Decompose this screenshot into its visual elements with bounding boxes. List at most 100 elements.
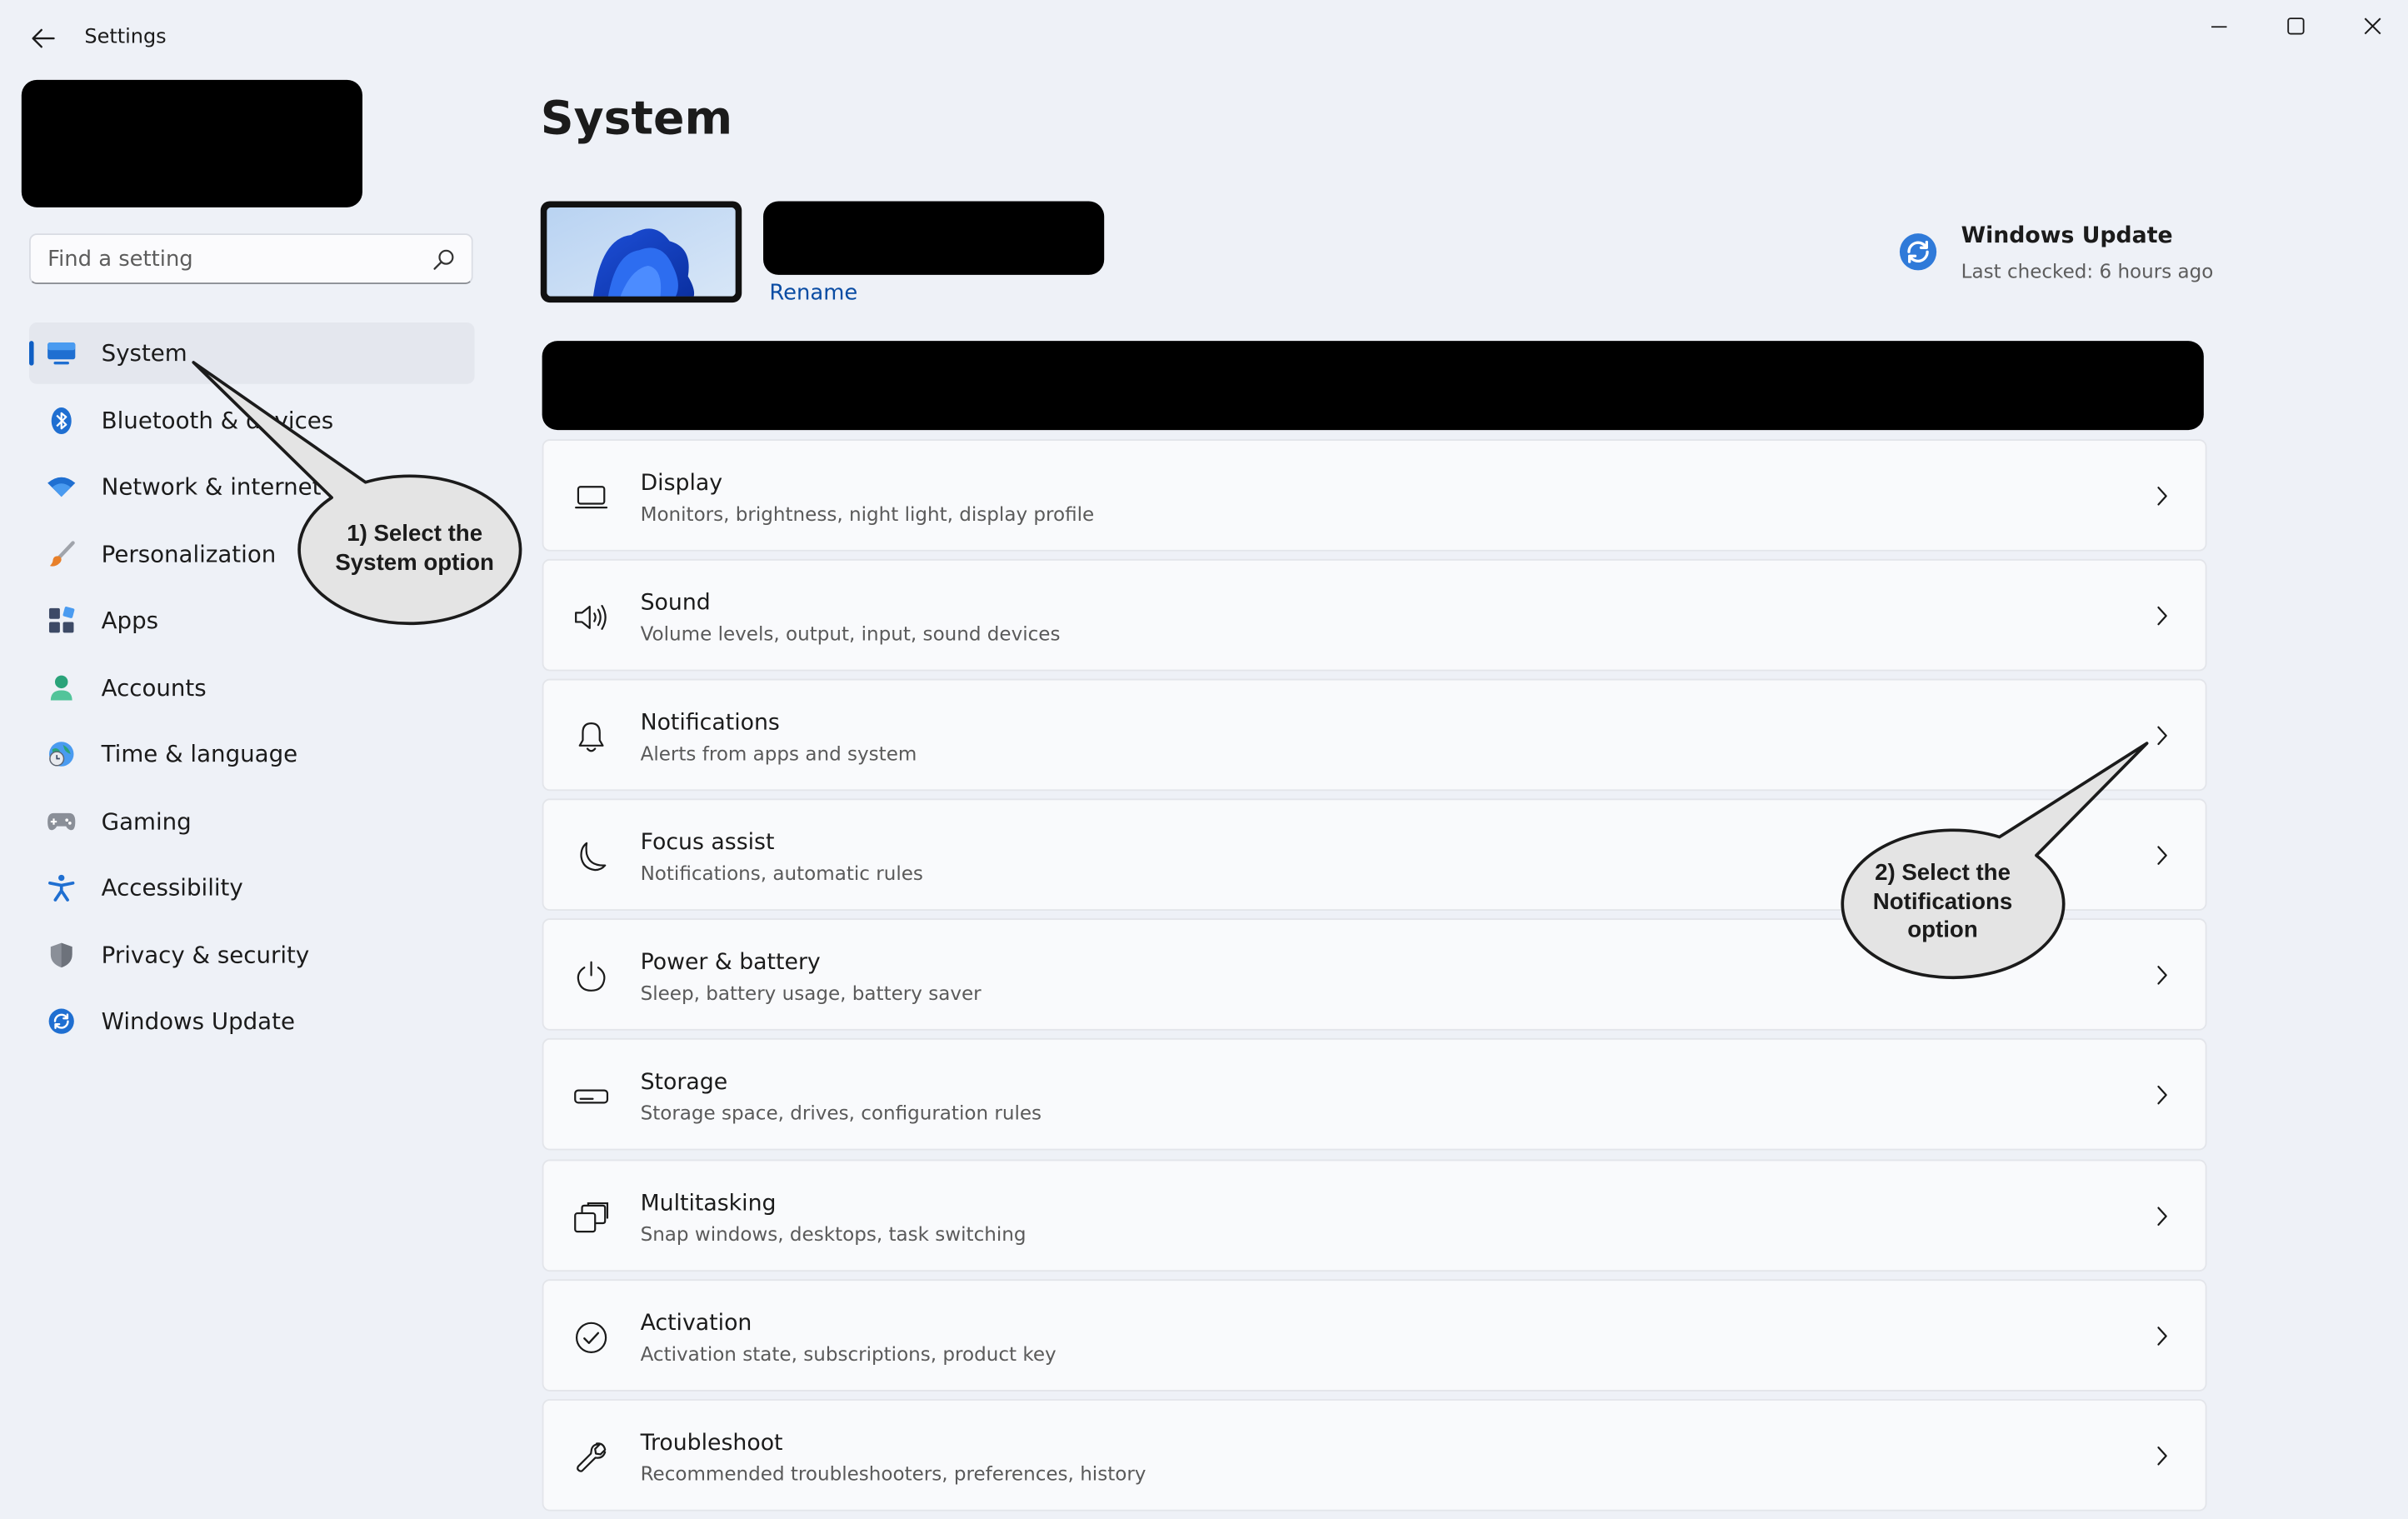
- redacted-profile-card[interactable]: [21, 79, 362, 207]
- setting-card-title: Display: [640, 471, 723, 497]
- sidebar-item-label: Privacy & security: [101, 940, 310, 969]
- chevron-right-icon: [2150, 962, 2174, 989]
- sidebar-item-label: System: [101, 339, 187, 367]
- system-icon: [46, 339, 77, 367]
- setting-card-title: Activation: [640, 1311, 752, 1336]
- sidebar-item-accessibility[interactable]: Accessibility: [29, 857, 474, 918]
- search-input[interactable]: [30, 234, 432, 283]
- sidebar-item-label: Accessibility: [101, 873, 243, 902]
- search-icon[interactable]: [432, 247, 456, 272]
- bluetooth-icon: [46, 406, 77, 434]
- sidebar-item-accounts[interactable]: Accounts: [29, 657, 474, 718]
- setting-card-notifications[interactable]: Notifications Alerts from apps and syste…: [542, 678, 2207, 792]
- callout-line: Notifications: [1872, 888, 2013, 915]
- windows-update-status[interactable]: Windows Update Last checked: 6 hours ago: [1898, 224, 2221, 292]
- setting-card-title: Power & battery: [640, 951, 821, 977]
- multitask-icon: [572, 1199, 609, 1236]
- sidebar-item-windows-update[interactable]: Windows Update: [29, 991, 474, 1052]
- callout-text-notifications: 2) Select the Notifications option: [1829, 860, 2056, 945]
- check-circle-icon: [572, 1319, 609, 1356]
- close-icon: [2364, 17, 2381, 35]
- sidebar-nav: System Bluetooth & devices Network & int…: [29, 322, 475, 1057]
- globe-clock-icon: [46, 740, 77, 767]
- callout-line: 2) Select the: [1875, 860, 2011, 887]
- sidebar-item-label: Apps: [101, 607, 159, 635]
- search-box[interactable]: [29, 233, 473, 284]
- power-icon: [572, 959, 609, 996]
- setting-card-troubleshoot[interactable]: Troubleshoot Recommended troubleshooters…: [542, 1398, 2207, 1512]
- device-wallpaper-thumbnail[interactable]: [540, 201, 742, 303]
- brush-icon: [46, 540, 77, 567]
- sidebar-item-apps[interactable]: Apps: [29, 590, 474, 652]
- rename-link[interactable]: Rename: [769, 281, 857, 305]
- bell-icon: [572, 719, 609, 756]
- redacted-device-name: [763, 201, 1105, 275]
- setting-card-subtitle: Volume levels, output, input, sound devi…: [640, 622, 1061, 646]
- close-button[interactable]: [2342, 9, 2404, 43]
- setting-card-activation[interactable]: Activation Activation state, subscriptio…: [542, 1278, 2207, 1392]
- callout-text-system: 1) Select the System option: [301, 521, 528, 577]
- setting-card-subtitle: Snap windows, desktops, task switching: [640, 1222, 1027, 1245]
- chevron-right-icon: [2150, 1202, 2174, 1229]
- back-arrow-icon: [32, 28, 55, 48]
- setting-card-title: Focus assist: [640, 831, 775, 857]
- sidebar-item-label: Personalization: [101, 539, 277, 568]
- sidebar-item-privacy-security[interactable]: Privacy & security: [29, 924, 474, 986]
- setting-card-subtitle: Monitors, brightness, night light, displ…: [640, 502, 1095, 526]
- chevron-right-icon: [2150, 482, 2174, 510]
- update-icon: [46, 1007, 77, 1035]
- minimize-button[interactable]: [2188, 9, 2250, 43]
- setting-card-multitasking[interactable]: Multitasking Snap windows, desktops, tas…: [542, 1158, 2207, 1272]
- app-title: Settings: [84, 26, 167, 49]
- chevron-right-icon: [2150, 1322, 2174, 1349]
- windows-update-last-checked: Last checked: 6 hours ago: [1961, 259, 2214, 283]
- monitor-icon: [572, 479, 609, 516]
- settings-list: Display Monitors, brightness, night ligh…: [542, 439, 2207, 1518]
- chevron-right-icon: [2150, 842, 2174, 870]
- setting-card-subtitle: Storage space, drives, configuration rul…: [640, 1102, 1042, 1126]
- sidebar-item-gaming[interactable]: Gaming: [29, 790, 474, 852]
- wifi-icon: [46, 473, 77, 501]
- sidebar-item-system[interactable]: System: [29, 322, 475, 384]
- setting-card-subtitle: Recommended troubleshooters, preferences…: [640, 1462, 1147, 1485]
- setting-card-display[interactable]: Display Monitors, brightness, night ligh…: [542, 439, 2207, 552]
- person-icon: [46, 673, 77, 701]
- maximize-button[interactable]: [2266, 9, 2327, 43]
- shield-icon: [46, 941, 77, 968]
- speaker-icon: [572, 599, 609, 636]
- minimize-icon: [2211, 26, 2227, 28]
- setting-card-subtitle: Notifications, automatic rules: [640, 862, 923, 886]
- apps-icon: [46, 607, 77, 634]
- page-title: System: [540, 92, 733, 147]
- setting-card-sound[interactable]: Sound Volume levels, output, input, soun…: [542, 559, 2207, 672]
- setting-card-subtitle: Activation state, subscriptions, product…: [640, 1342, 1057, 1365]
- drive-icon: [572, 1079, 609, 1116]
- accessibility-icon: [46, 874, 77, 902]
- chevron-right-icon: [2150, 602, 2174, 630]
- settings-window: Settings System Bluetooth & devic: [0, 0, 2408, 1519]
- sidebar-item-bluetooth[interactable]: Bluetooth & devices: [29, 389, 474, 451]
- chevron-right-icon: [2150, 722, 2174, 750]
- wrench-icon: [572, 1439, 609, 1476]
- gamepad-icon: [46, 807, 77, 835]
- chevron-right-icon: [2150, 1442, 2174, 1469]
- windows-update-icon: [1898, 232, 1938, 272]
- maximize-icon: [2287, 17, 2305, 35]
- sidebar-item-label: Accounts: [101, 673, 207, 702]
- back-button[interactable]: [24, 22, 61, 56]
- sidebar-item-label: Gaming: [101, 807, 192, 835]
- wallpaper-preview: [547, 207, 736, 297]
- setting-card-subtitle: Alerts from apps and system: [640, 742, 917, 766]
- callout-line: System option: [335, 548, 494, 576]
- setting-card-title: Troubleshoot: [640, 1431, 783, 1456]
- setting-card-storage[interactable]: Storage Storage space, drives, configura…: [542, 1038, 2207, 1152]
- sidebar-item-time-language[interactable]: Time & language: [29, 723, 474, 785]
- callout-line: 1) Select the: [347, 520, 483, 547]
- setting-card-title: Multitasking: [640, 1191, 777, 1216]
- setting-card-subtitle: Sleep, battery usage, battery saver: [640, 982, 982, 1006]
- callout-line: option: [1907, 917, 1978, 943]
- sidebar-item-label: Network & internet: [101, 472, 322, 501]
- setting-card-title: Notifications: [640, 711, 780, 737]
- sidebar-item-network[interactable]: Network & internet: [29, 456, 474, 517]
- redacted-banner: [542, 341, 2204, 431]
